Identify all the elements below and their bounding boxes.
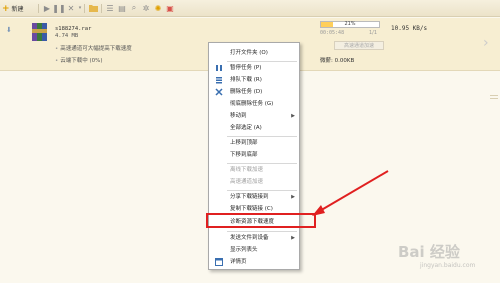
watermark-logo: Bai 经验 — [398, 243, 460, 261]
annotation-arrow — [317, 170, 389, 213]
annotation-arrow-head — [312, 205, 325, 216]
watermark-url: jingyan.baidu.com — [420, 262, 476, 269]
